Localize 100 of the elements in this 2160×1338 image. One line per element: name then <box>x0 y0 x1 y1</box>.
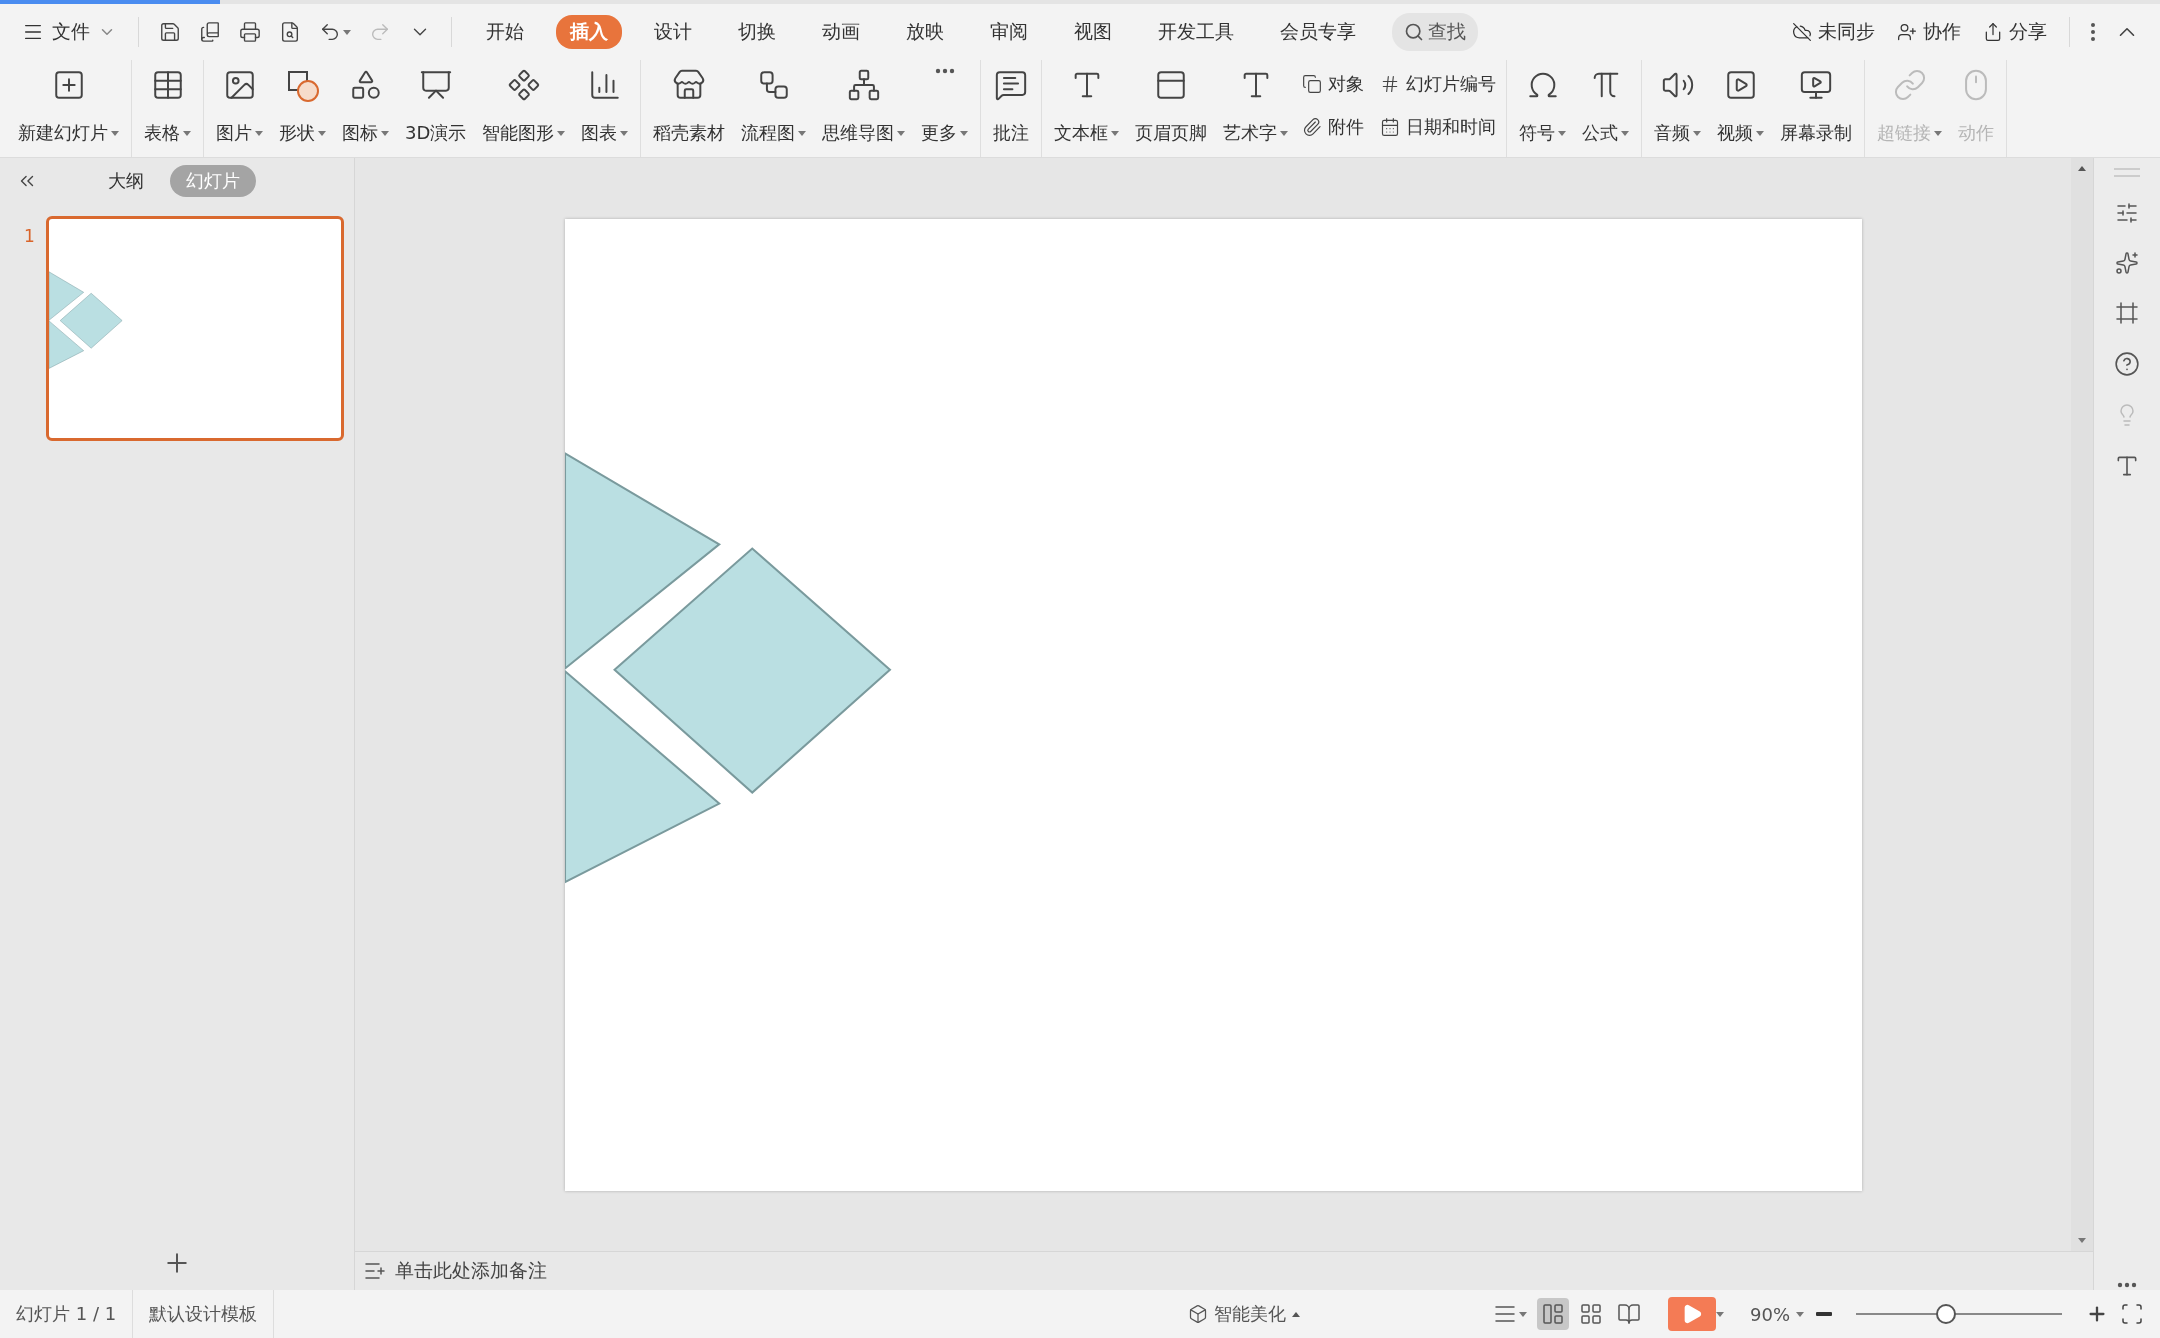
help-button[interactable] <box>2112 349 2142 379</box>
caret-icon <box>1280 130 1289 136</box>
scrollbar[interactable] <box>2071 158 2093 1251</box>
redo-icon <box>369 21 391 43</box>
ribbon-button[interactable]: 页眉页脚 <box>1129 62 1214 149</box>
sparkles-icon <box>2115 251 2139 275</box>
caret-icon <box>798 130 807 136</box>
ribbon-button[interactable]: 批注 <box>987 62 1036 149</box>
ribbon-button[interactable]: 稻壳素材 <box>647 62 732 149</box>
caret-icon <box>1292 1311 1300 1317</box>
ribbon-button[interactable]: 图标 <box>336 62 395 149</box>
calendar-icon <box>1380 117 1401 138</box>
ribbon-button[interactable]: 图表 <box>575 62 635 149</box>
normal-view-button[interactable] <box>1537 1298 1569 1330</box>
more-button[interactable] <box>2115 1280 2139 1290</box>
grid-icon <box>1579 1302 1603 1326</box>
book-icon <box>1617 1302 1641 1326</box>
zoom-dropdown[interactable]: 90% <box>1744 1302 1810 1326</box>
ribbon-button[interactable]: 日期和时间 <box>1376 105 1501 149</box>
triangle-shape <box>49 320 84 369</box>
caret-icon <box>1558 130 1567 136</box>
paperclip-icon <box>1302 117 1323 138</box>
notes-prompt[interactable]: 单击此处添加备注 <box>395 1258 547 1284</box>
caret-icon <box>318 130 326 136</box>
template-name[interactable]: 默认设计模板 <box>133 1290 275 1338</box>
caret-icon <box>557 130 566 136</box>
sliders-icon <box>2115 201 2139 225</box>
caret-icon <box>1693 130 1702 136</box>
help-icon <box>2114 351 2140 377</box>
slider-thumb[interactable] <box>1935 1304 1956 1324</box>
ribbon-tab[interactable]: 放映 <box>892 15 958 49</box>
slide-thumbnail[interactable] <box>46 216 344 441</box>
printer-icon <box>239 21 261 43</box>
caret-icon <box>1621 130 1630 136</box>
ribbon-tab[interactable]: 设计 <box>640 15 706 49</box>
drag-handle[interactable] <box>2114 168 2140 177</box>
caret-icon <box>111 130 119 136</box>
caret-icon <box>1756 130 1765 136</box>
caret-icon <box>897 130 906 136</box>
ribbon-button[interactable]: 对象 <box>1298 62 1369 106</box>
toolbar-link[interactable]: 分享 <box>1975 15 2055 49</box>
object-icon <box>1302 73 1323 94</box>
slide-number: 1 <box>24 225 36 246</box>
ribbon-tab[interactable]: 切换 <box>724 15 790 49</box>
ribbon-button[interactable]: 3D演示 <box>399 62 473 149</box>
caret-icon <box>620 130 629 136</box>
ribbon-tab[interactable]: 审阅 <box>976 15 1042 49</box>
ribbon-button[interactable]: 符号 <box>1513 62 1573 149</box>
mind-map-icon <box>846 68 881 102</box>
beautify-button[interactable]: 智能美化 <box>1182 1301 1306 1327</box>
cube-icon <box>1188 1304 1208 1324</box>
caret-icon <box>381 130 389 136</box>
ribbon-button[interactable]: 艺术字 <box>1217 62 1295 149</box>
panel-tab[interactable]: 大纲 <box>92 165 160 197</box>
ribbon-tab[interactable]: 视图 <box>1060 15 1126 49</box>
ribbon-button[interactable]: 视频 <box>1711 62 1771 149</box>
caret-icon <box>183 130 191 136</box>
ribbon-tab[interactable]: 开始 <box>472 15 538 49</box>
triangle-shape[interactable] <box>564 668 721 884</box>
caret-icon <box>1716 1311 1724 1317</box>
share-icon <box>1983 22 2003 42</box>
ribbon-button[interactable]: 公式 <box>1576 62 1636 149</box>
caret-icon <box>960 130 969 136</box>
ribbon-button[interactable]: 图片 <box>210 62 269 149</box>
more-icon <box>934 68 955 74</box>
more-icon <box>2090 22 2096 42</box>
switch-button[interactable] <box>2113 299 2141 327</box>
file-menu[interactable]: 文件 <box>14 13 124 51</box>
easel-icon <box>418 68 453 102</box>
caret-icon <box>255 130 263 136</box>
ribbon-tab[interactable]: 会员专享 <box>1266 15 1370 49</box>
ribbon-tab[interactable]: 开发工具 <box>1144 15 1248 49</box>
ribbon-tab[interactable]: 动画 <box>808 15 874 49</box>
screen-record-icon <box>1799 68 1834 102</box>
store-icon <box>672 68 707 102</box>
ribbon-button[interactable]: 屏幕录制 <box>1774 62 1859 149</box>
ribbon-button[interactable]: 幻灯片编号 <box>1376 62 1501 106</box>
triangle-shape[interactable] <box>564 451 721 671</box>
ribbon-button[interactable]: 附件 <box>1298 105 1369 149</box>
ribbon-button[interactable]: 更多 <box>915 62 975 149</box>
ribbon-button[interactable]: 思维导图 <box>816 62 912 149</box>
ribbon-button[interactable]: 形状 <box>273 62 332 149</box>
toolbar-link[interactable]: 未同步 <box>1784 15 1883 49</box>
ribbon-button[interactable]: 音频 <box>1648 62 1708 149</box>
user-plus-icon <box>1897 22 1917 42</box>
play-button[interactable] <box>1668 1297 1716 1331</box>
minus-icon <box>1816 1312 1832 1316</box>
frame-icon <box>2115 301 2139 325</box>
toolbar-link[interactable]: 协作 <box>1889 15 1969 49</box>
fit-icon <box>2120 1302 2144 1326</box>
ribbon-button[interactable]: 表格 <box>138 62 197 149</box>
triangle-shape <box>49 271 84 321</box>
slide-counter: 幻灯片 1 / 1 <box>0 1290 134 1338</box>
ribbon-button[interactable]: 文本框 <box>1048 62 1126 149</box>
ribbon-button[interactable]: 智能图形 <box>476 62 572 149</box>
ribbon-button[interactable]: 流程图 <box>735 62 813 149</box>
ribbon-button[interactable]: 新建幻灯片 <box>12 62 125 149</box>
search-button[interactable]: 查找 <box>1392 13 1478 51</box>
search-icon <box>1404 22 1424 42</box>
animation-button[interactable] <box>2113 249 2141 277</box>
